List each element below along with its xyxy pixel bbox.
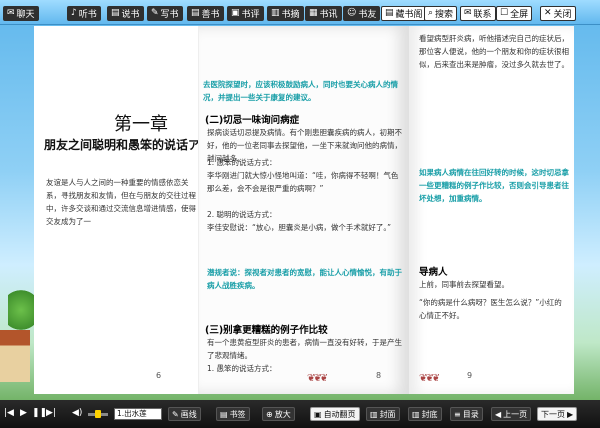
listen-button[interactable]: ♪ 听书 bbox=[67, 6, 101, 21]
comment-icon: ▣ bbox=[231, 8, 240, 18]
first-icon[interactable]: |◀ bbox=[4, 408, 14, 418]
teal-note: 潜规者说：探视者对患者的宽慰，能让人心情愉悦，有助于病人战胜疾病。 bbox=[207, 268, 402, 290]
close-button[interactable]: ✕ 关闭 bbox=[540, 6, 576, 21]
ornament-icon: ❦❦❦ bbox=[419, 373, 440, 384]
right-page[interactable]: 看望病型肝炎病，听他描述完自己的症状后，那位客人便说，他的一个朋友和你的症状很相… bbox=[409, 26, 574, 394]
page-number: 8 bbox=[376, 371, 382, 380]
toc-icon: ≡ bbox=[454, 409, 461, 419]
book-view: 第一章 朋友之间聪明和愚笨的说话ア 友谊是人与人之间的一种重要的情感依恋关系，寻… bbox=[34, 26, 574, 394]
zoom-in-button[interactable]: ⊕ 放大 bbox=[262, 407, 295, 421]
friends-button[interactable]: ☺ 书友 bbox=[343, 6, 381, 21]
top-note: 去医院探望时，应该积极鼓励病人，同时也要关心病人的情况，并提出一些关于康复的建议… bbox=[203, 80, 398, 102]
cover-icon: ▥ bbox=[370, 409, 378, 419]
contact-button[interactable]: ✉ 联系 bbox=[460, 6, 496, 21]
pause-icon[interactable]: ❚❚ bbox=[32, 408, 47, 418]
volume-icon[interactable]: ◀) bbox=[72, 408, 82, 418]
section-heading: (三)别拿更糟糕的例子作比较 bbox=[205, 325, 328, 336]
paragraph: “你的病是什么病呀？医生怎么说？”小红的心情正不好。 bbox=[419, 298, 562, 320]
draw-line-button[interactable]: ✎ 画线 bbox=[168, 407, 201, 421]
paragraph: 友谊是人与人之间的一种重要的情感依恋关系，寻找朋友和友情，但在与朋友的交往过程中… bbox=[46, 178, 196, 226]
list-item: 2. 聪明的说话方式： bbox=[207, 210, 277, 219]
back-cover-button[interactable]: ▥ 封底 bbox=[408, 407, 442, 421]
library-button[interactable]: ▤ 藏书阁 bbox=[381, 6, 427, 21]
headphone-icon: ♪ bbox=[71, 8, 77, 18]
ornament-icon: ❦❦❦ bbox=[307, 373, 328, 384]
review-button[interactable]: ▣ 书评 bbox=[227, 6, 264, 21]
prev-page-button[interactable]: ◀ 上一页 bbox=[491, 407, 532, 421]
close-icon: ✕ bbox=[544, 8, 552, 18]
bookmark-icon: ▤ bbox=[220, 409, 228, 419]
pen-icon: ✎ bbox=[151, 8, 159, 18]
bookmark-button[interactable]: ▤ 书签 bbox=[216, 407, 250, 421]
search-button[interactable]: ⌕ 搜索 bbox=[424, 6, 458, 21]
volume-slider-knob[interactable] bbox=[95, 410, 101, 418]
friends-icon: ☺ bbox=[347, 8, 357, 18]
prev-icon: ◀ bbox=[495, 409, 502, 419]
top-toolbar: ✉ 聊天 ♪ 听书 ▤ 说书 ✎ 写书 ▤ 善书 ▣ 书评 ▥ 书摘 ▦ 书讯 … bbox=[0, 0, 600, 25]
news-icon: ▦ bbox=[309, 8, 318, 18]
paragraph: 李华刚进门就大惊小怪地叫道：“哇，你病得不轻啊！气色那么差，会不会是很严重的病啊… bbox=[207, 171, 399, 193]
left-page[interactable]: 第一章 朋友之间聪明和愚笨的说话ア 友谊是人与人之间的一种重要的情感依恋关系，寻… bbox=[34, 26, 199, 394]
toc-button[interactable]: ≡ 目录 bbox=[450, 407, 483, 421]
chat-icon: ✉ bbox=[7, 8, 15, 18]
good-book-button[interactable]: ▤ 善书 bbox=[187, 6, 224, 21]
contact-icon: ✉ bbox=[464, 8, 472, 18]
news-button[interactable]: ▦ 书讯 bbox=[305, 6, 342, 21]
auto-flip-button[interactable]: ▣ 自动翻页 bbox=[310, 407, 360, 421]
middle-page[interactable]: 去医院探望时，应该积极鼓励病人，同时也要关心病人的情况，并提出一些关于康复的建议… bbox=[199, 26, 409, 394]
paragraph: 看望病型肝炎病，听他描述完自己的症状后，那位客人便说，他的一个朋友和你的症状很相… bbox=[419, 34, 569, 69]
book-icon: ▤ bbox=[191, 8, 200, 18]
book-icon: ▤ bbox=[111, 8, 120, 18]
house-decoration bbox=[0, 330, 30, 382]
last-icon[interactable]: ▶| bbox=[46, 408, 56, 418]
play-icon[interactable]: ▶ bbox=[20, 408, 27, 418]
teal-note: 如果病人病情在往回好转的时候，这时切忌拿一些更糟糕的例子作比较，否则会引导患者往… bbox=[419, 168, 569, 203]
chapter-subtitle: 朋友之间聪明和愚笨的说话ア bbox=[44, 138, 199, 152]
fullscreen-icon: ☐ bbox=[500, 8, 509, 18]
pen-icon: ✎ bbox=[172, 409, 179, 419]
excerpt-button[interactable]: ▥ 书摘 bbox=[267, 6, 304, 21]
fullscreen-button[interactable]: ☐ 全屏 bbox=[496, 6, 533, 21]
auto-flip-icon: ▣ bbox=[314, 409, 322, 419]
list-item: 1. 愚笨的说话方式： bbox=[207, 158, 277, 167]
cover-button[interactable]: ▥ 封面 bbox=[366, 407, 400, 421]
bottom-toolbar: |◀ ▶ ❚❚ ▶| ◀) 1.出水莲 ✎ 画线 ▤ 书签 ⊕ 放大 ▣ 自动翻页 ▥ 封… bbox=[0, 400, 600, 428]
section-heading: 导病人 bbox=[419, 267, 448, 278]
search-icon: ⌕ bbox=[428, 8, 434, 18]
library-icon: ▤ bbox=[385, 8, 394, 18]
zoom-in-icon: ⊕ bbox=[266, 409, 273, 419]
voice-select[interactable]: 1.出水莲 bbox=[114, 408, 162, 420]
paragraph: 有一个患黄疸型肝炎的患者，病情一直没有好转，于是产生了悲观情绪。 bbox=[207, 338, 402, 360]
write-book-button[interactable]: ✎ 写书 bbox=[147, 6, 183, 21]
tell-book-button[interactable]: ▤ 说书 bbox=[107, 6, 144, 21]
paragraph: 上前，同事前去探望看望。 bbox=[419, 280, 509, 289]
chat-button[interactable]: ✉ 聊天 bbox=[3, 6, 39, 21]
section-heading: (二)切忌一味询问病症 bbox=[205, 115, 300, 126]
note-icon: ▥ bbox=[271, 8, 280, 18]
chapter-title: 第一章 bbox=[114, 114, 168, 135]
page-number: 6 bbox=[156, 371, 162, 380]
next-icon: ▶ bbox=[567, 409, 574, 419]
list-item: 1. 愚笨的说话方式： bbox=[207, 364, 277, 373]
back-cover-icon: ▥ bbox=[412, 409, 420, 419]
paragraph: 李佳安慰说：“放心，胆囊炎是小病，做个手术就好了。” bbox=[207, 223, 392, 232]
plant-decoration bbox=[8, 280, 34, 330]
next-page-button[interactable]: 下一页 ▶ bbox=[537, 407, 578, 421]
page-number: 9 bbox=[467, 371, 473, 380]
